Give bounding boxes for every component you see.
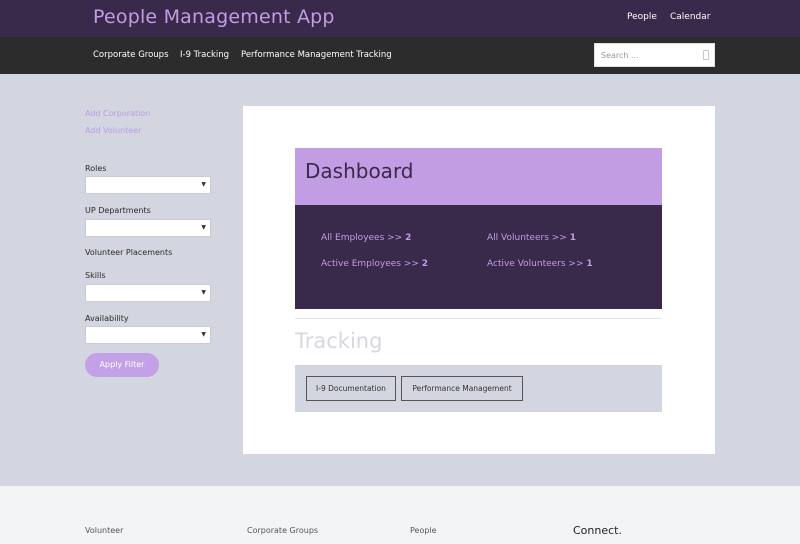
nav-link-i9-tracking[interactable]: I-9 Tracking [180, 50, 229, 60]
availability-label: Availability [85, 314, 129, 323]
tracking-panel: I-9 Documentation Performance Management [295, 365, 662, 412]
skills-label: Skills [85, 271, 106, 280]
stat-label: Active Volunteers >> [487, 259, 584, 269]
apply-filter-button[interactable]: Apply Filter [85, 353, 159, 377]
stat-value: 2 [421, 259, 429, 269]
stat-value: 1 [569, 233, 576, 243]
footer-heading-volunteer: Volunteer [85, 526, 124, 535]
stat-label: Active Employees >> [321, 259, 419, 269]
app-title[interactable]: People Management App [93, 6, 335, 28]
stat-value: 1 [586, 259, 593, 269]
roles-select[interactable]: ▼ [85, 176, 211, 194]
stat-label: All Volunteers >> [487, 233, 567, 243]
search-input[interactable] [601, 49, 696, 62]
search-icon[interactable] [703, 50, 709, 60]
footer-connect: Connect. [573, 524, 622, 537]
tracking-title: Tracking [295, 329, 383, 353]
add-volunteer-link[interactable]: Add Volunteer [85, 126, 141, 135]
placements-label: Volunteer Placements [85, 248, 173, 257]
nav-link-performance-tracking[interactable]: Performance Management Tracking [241, 50, 392, 60]
section-divider [295, 318, 662, 319]
nav-link-calendar[interactable]: Calendar [670, 12, 710, 22]
availability-select[interactable]: ▼ [85, 326, 211, 344]
stat-all-employees[interactable]: All Employees >> 2 [321, 233, 411, 243]
footer-heading-corporate-groups: Corporate Groups [247, 526, 319, 535]
stat-value: 2 [405, 233, 412, 243]
footer [0, 486, 800, 544]
chevron-down-icon: ▼ [201, 181, 206, 188]
nav-link-corporate-groups[interactable]: Corporate Groups [93, 50, 169, 60]
dashboard-title: Dashboard [305, 159, 414, 183]
i9-documentation-button[interactable]: I-9 Documentation [306, 376, 396, 401]
roles-label: Roles [85, 164, 107, 173]
stat-active-volunteers[interactable]: Active Volunteers >> 1 [487, 259, 593, 269]
chevron-down-icon: ▼ [201, 224, 206, 231]
stat-active-employees[interactable]: Active Employees >> 2 [321, 259, 428, 269]
skills-select[interactable]: ▼ [85, 284, 211, 302]
stat-all-volunteers[interactable]: All Volunteers >> 1 [487, 233, 576, 243]
chevron-down-icon: ▼ [201, 331, 206, 338]
add-corporation-link[interactable]: Add Corporation [85, 109, 150, 118]
nav-link-people[interactable]: People [627, 12, 657, 22]
dashboard-stats: All Employees >> 2 All Volunteers >> 1 A… [295, 205, 662, 309]
departments-select[interactable]: ▼ [85, 219, 211, 237]
chevron-down-icon: ▼ [201, 289, 206, 296]
footer-heading-people: People [410, 526, 437, 535]
stat-label: All Employees >> [321, 233, 403, 243]
search-box [594, 43, 715, 67]
departments-label: UP Departments [85, 206, 151, 215]
performance-management-button[interactable]: Performance Management [401, 376, 523, 401]
dashboard-header: Dashboard [295, 148, 662, 205]
